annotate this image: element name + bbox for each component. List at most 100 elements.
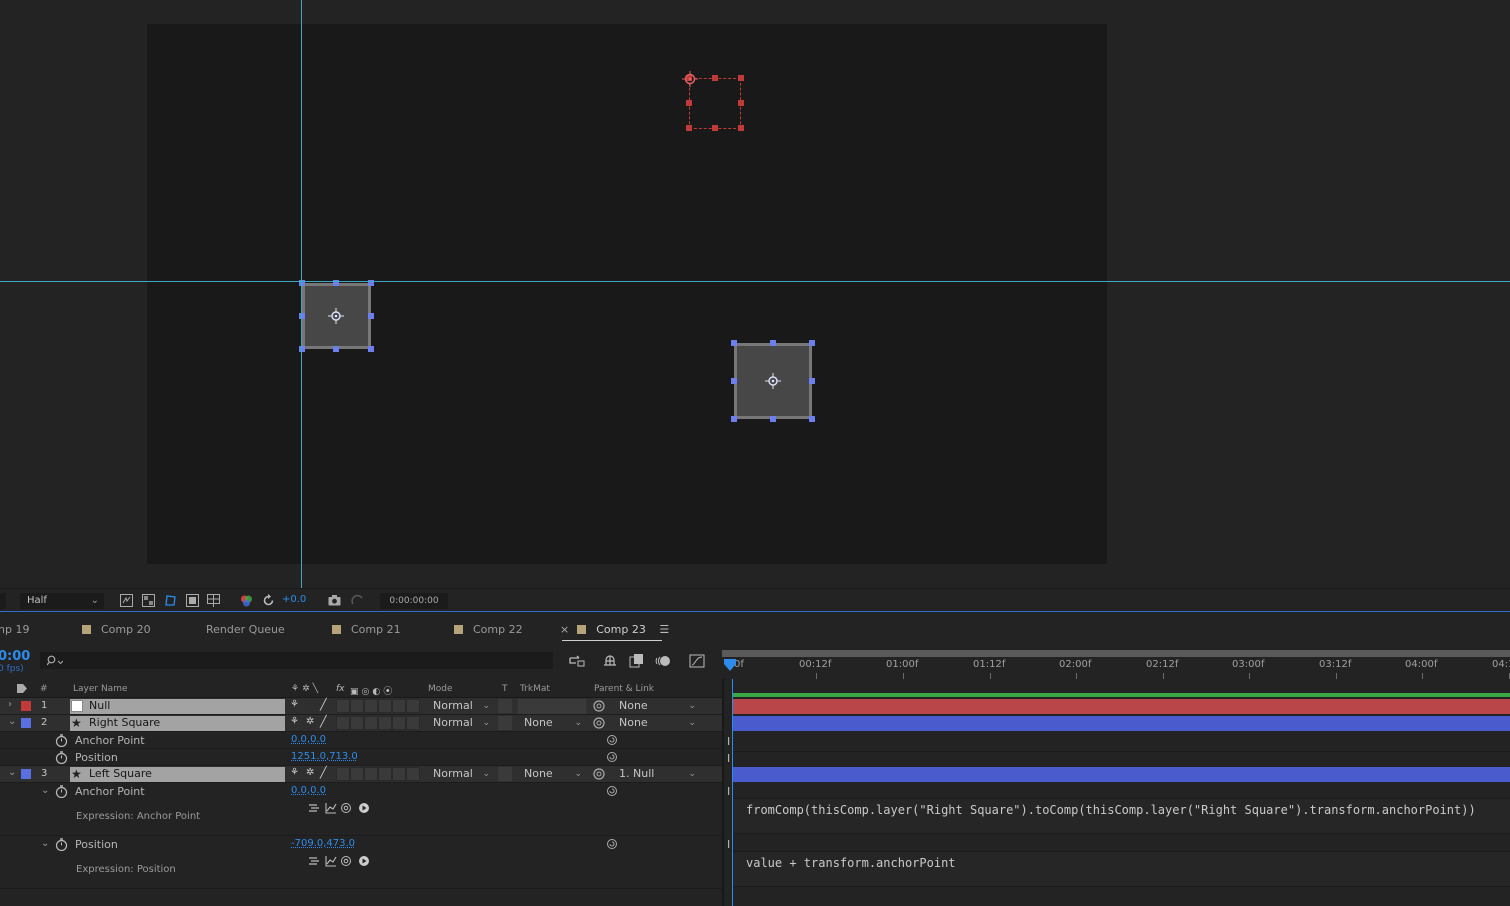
work-area-bar[interactable]	[722, 650, 1510, 657]
frame-blending-icon[interactable]	[629, 653, 645, 669]
collapse-transform-icon[interactable]: ✲	[306, 716, 314, 727]
tab-render-queue[interactable]: Render Queue	[206, 623, 285, 639]
resolution-select[interactable]: Half ⌄	[20, 593, 104, 609]
left-square-layer-bar[interactable]	[732, 767, 1510, 782]
expression-controls[interactable]	[308, 855, 378, 867]
anchor-expression-editor[interactable]: fromComp(thisComp.layer("Right Square").…	[732, 798, 1510, 834]
property-value[interactable]: -709.0,473.0	[291, 838, 355, 849]
tab-comp-19[interactable]: np 19	[0, 623, 29, 639]
transparency-grid-icon[interactable]	[142, 594, 155, 607]
layer-name-field[interactable]: ★ Left Square	[70, 767, 285, 782]
layer-row-right-square[interactable]: ⌄ 2 ★ Right Square ⚘ ✲ ╱ Normal ⌄ None ⌄ N…	[0, 715, 722, 732]
trkmat-select[interactable]: None ⌄	[518, 767, 586, 782]
blend-mode-select[interactable]: Normal ⌄	[428, 699, 494, 714]
vertical-guide[interactable]	[301, 0, 302, 588]
property-value[interactable]: 0.0,0.0	[291, 785, 326, 796]
reset-exposure-icon[interactable]	[262, 594, 275, 607]
twirl-open-icon[interactable]: ⌄	[8, 767, 16, 778]
collapse-transform-icon[interactable]: ✲	[306, 767, 314, 778]
channels-icon[interactable]	[240, 594, 253, 607]
shy-icon[interactable]: ⚘	[290, 767, 299, 778]
blend-mode-select[interactable]: Normal ⌄	[428, 767, 494, 782]
blend-mode-select[interactable]: Normal ⌄	[428, 716, 494, 731]
parent-pickwhip-icon[interactable]	[592, 716, 606, 730]
time-ruler[interactable]: 0f 00:12f 01:00f 01:12f 02:00f 02:12f 03…	[722, 647, 1510, 679]
property-row-anchor-point[interactable]: Anchor Point 0.0,0.0	[0, 732, 722, 749]
expression-controls[interactable]	[308, 802, 378, 814]
quality-icon[interactable]: ╱	[320, 766, 327, 779]
tab-comp-21[interactable]: Comp 21	[332, 623, 401, 639]
label-color-swatch[interactable]	[21, 718, 31, 728]
position-expression-text[interactable]: value + transform.anchorPoint	[746, 856, 956, 870]
parent-select[interactable]: None ⌄	[612, 716, 700, 731]
exposure-value[interactable]: +0.0	[282, 594, 306, 605]
stopwatch-icon[interactable]	[55, 785, 68, 798]
tab-comp-23[interactable]: × Comp 23 ☰	[560, 623, 669, 639]
timeline-tracks[interactable]: I I I fromComp(thisComp.layer("Right Squ…	[722, 679, 1510, 906]
comp-canvas[interactable]	[147, 24, 1107, 564]
shy-icon[interactable]: ⚘	[290, 716, 299, 727]
horizontal-guide[interactable]	[0, 281, 1510, 282]
draft-3d-icon[interactable]	[602, 653, 618, 669]
preserve-transparency-toggle[interactable]	[498, 767, 512, 781]
property-value[interactable]: 1251.0,713.0	[291, 751, 358, 762]
stopwatch-icon[interactable]	[55, 734, 68, 747]
current-time-indicator-icon[interactable]	[724, 659, 736, 671]
close-tab-icon[interactable]: ×	[560, 623, 569, 636]
twirl-open-icon[interactable]: ⌄	[8, 716, 16, 727]
layer-row-null[interactable]: › 1 Null ⚘ ╱ Normal ⌄ None ⌄	[0, 698, 722, 715]
tab-comp-20[interactable]: Comp 20	[82, 623, 151, 639]
property-row-anchor-point-expression[interactable]: ⌄ Anchor Point 0.0,0.0 Expression: Ancho…	[0, 783, 722, 836]
tab-comp-22[interactable]: Comp 22	[454, 623, 523, 639]
viewer-timecode[interactable]: 0:00:00:00	[380, 593, 448, 609]
snapshot-camera-icon[interactable]	[328, 594, 341, 607]
left-square-anchor-icon[interactable]	[328, 308, 344, 324]
property-value[interactable]: 0.0,0.0	[291, 734, 326, 745]
shy-icon[interactable]: ⚘	[290, 699, 299, 710]
layer-row-left-square[interactable]: ⌄ 3 ★ Left Square ⚘ ✲ ╱ Normal ⌄ None ⌄ 1.…	[0, 766, 722, 783]
layer-name-field[interactable]: Null	[70, 699, 285, 714]
quality-icon[interactable]: ╱	[320, 715, 327, 728]
stopwatch-icon[interactable]	[55, 838, 68, 851]
col-layer-name[interactable]: Layer Name	[73, 684, 128, 694]
label-color-swatch[interactable]	[21, 701, 31, 711]
property-row-position[interactable]: Position 1251.0,713.0	[0, 749, 722, 766]
mask-visibility-icon[interactable]	[164, 594, 177, 607]
preserve-transparency-toggle[interactable]	[498, 716, 512, 730]
label-tag-icon[interactable]	[16, 683, 28, 694]
layer-name-field[interactable]: ★ Right Square	[70, 716, 285, 731]
layer-switches[interactable]: ⚘ ✲ ╱	[288, 715, 423, 732]
parent-pickwhip-icon[interactable]	[592, 699, 606, 713]
null-layer-bar[interactable]	[732, 699, 1510, 714]
right-square-layer-bar[interactable]	[732, 716, 1510, 731]
motion-blur-icon[interactable]	[655, 653, 671, 669]
pickwhip-icon[interactable]	[606, 838, 618, 850]
comp-mini-flowchart-icon[interactable]	[569, 653, 585, 669]
parent-select[interactable]: 1. Null ⌄	[612, 767, 700, 782]
region-of-interest-icon[interactable]	[186, 594, 199, 607]
label-color-swatch[interactable]	[21, 769, 31, 779]
pickwhip-icon[interactable]	[606, 734, 618, 746]
twirl-open-icon[interactable]: ⌄	[41, 785, 49, 796]
quality-icon[interactable]: ╱	[320, 698, 327, 711]
twirl-open-icon[interactable]: ⌄	[41, 838, 49, 849]
preserve-transparency-toggle[interactable]	[498, 699, 512, 713]
fast-preview-icon[interactable]	[120, 594, 133, 607]
parent-pickwhip-icon[interactable]	[592, 767, 606, 781]
property-row-position-expression[interactable]: ⌄ Position -709.0,473.0 Expression: Posi…	[0, 836, 722, 889]
pickwhip-icon[interactable]	[606, 751, 618, 763]
composition-viewer[interactable]	[0, 0, 1510, 588]
pickwhip-icon[interactable]	[606, 785, 618, 797]
show-snapshot-icon[interactable]	[351, 594, 364, 607]
work-area-range-bar[interactable]	[732, 693, 1510, 697]
stopwatch-icon[interactable]	[55, 751, 68, 764]
trkmat-select[interactable]: None ⌄	[518, 716, 586, 731]
magnification-select[interactable]	[0, 593, 6, 609]
null-anchor-point-icon[interactable]	[682, 71, 698, 87]
graph-editor-icon[interactable]	[689, 653, 705, 669]
grid-guides-icon[interactable]	[207, 594, 220, 607]
tab-menu-icon[interactable]: ☰	[659, 623, 669, 636]
current-time-line[interactable]	[732, 679, 733, 906]
layer-search-input[interactable]	[40, 652, 553, 669]
position-expression-editor[interactable]: value + transform.anchorPoint	[732, 851, 1510, 887]
